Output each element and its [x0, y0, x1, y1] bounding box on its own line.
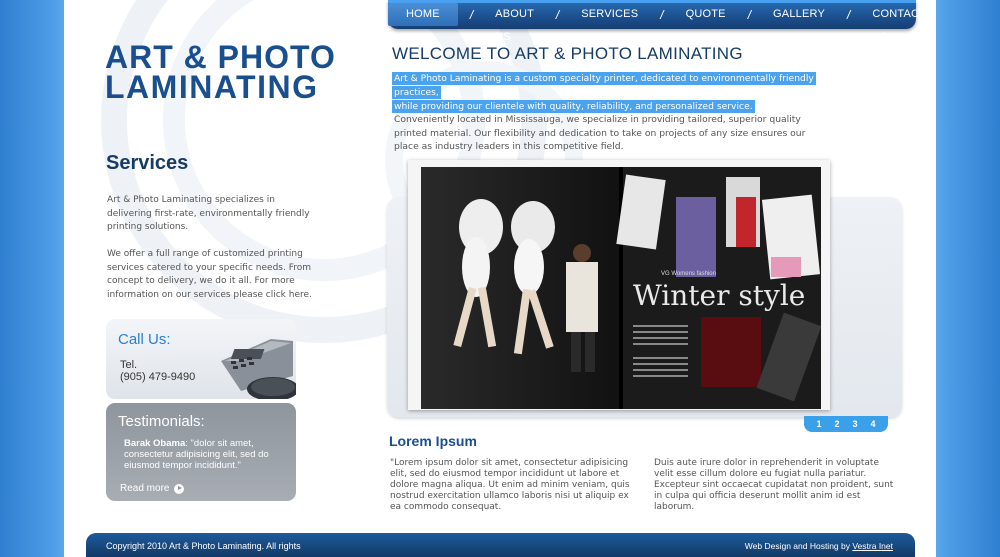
logo-line-2: LAMINATING	[105, 69, 319, 105]
intro-highlight: Art & Photo Laminating is a custom speci…	[392, 72, 832, 114]
lorem-column-2: Duis aute irure dolor in reprehenderit i…	[654, 458, 894, 512]
nav-item-contact-us[interactable]: CONTACT US	[862, 3, 936, 43]
pager-item-2[interactable]: 2	[828, 419, 846, 429]
read-more-label: Read more	[120, 483, 170, 494]
nav-separator: /	[847, 7, 851, 22]
testimonial-author: Barak Obama	[124, 438, 186, 449]
pager-item-1[interactable]: 1	[810, 419, 828, 429]
nav-item-services[interactable]: SERVICES	[571, 3, 648, 26]
phone-number: (905) 479-9490	[120, 371, 196, 383]
slide-image-magazine[interactable]: VG Womens fashion Winter style	[421, 167, 821, 409]
nav-separator: /	[469, 7, 474, 22]
site-footer: Copyright 2010 Art & Photo Laminating. A…	[86, 533, 915, 557]
lorem-column-1: "Lorem ipsum dolor sit amet, consectetur…	[390, 458, 630, 512]
nav-item-quote[interactable]: QUOTE	[676, 3, 736, 26]
testimonial-quote: Barak Obama: "dolor sit amet, consectetu…	[124, 438, 289, 471]
nav-list: HOME / ABOUT US / SERVICES / QUOTE / GALLERY / CON…	[388, 3, 926, 43]
welcome-heading: WELCOME TO ART & PHOTO LAMINATING	[392, 44, 743, 63]
main-navigation: HOME / ABOUT US / SERVICES / QUOTE / GALLERY / CON…	[388, 0, 926, 43]
site-logo[interactable]: ART & PHOTO LAMINATING	[105, 39, 336, 105]
nav-item-gallery[interactable]: GALLERY	[763, 3, 835, 26]
call-us-phone: Tel. (905) 479-9490	[120, 359, 195, 383]
nav-separator: /	[747, 7, 752, 22]
footer-copyright: Copyright 2010 Art & Photo Laminating. A…	[106, 541, 301, 551]
footer-credit: Web Design and Hosting by Vestra Inet	[745, 541, 893, 551]
read-more-link[interactable]: Read more	[120, 483, 185, 494]
nav-separator: /	[555, 7, 560, 22]
testimonials-title: Testimonials:	[118, 413, 205, 430]
footer-credit-prefix: Web Design and Hosting by	[744, 541, 853, 551]
nav-separator: /	[660, 7, 664, 22]
slider-pager: 1234	[804, 416, 888, 432]
pager-item-3[interactable]: 3	[846, 419, 864, 429]
slide-caption-title: Winter style	[633, 279, 806, 312]
telephone-icon	[221, 339, 296, 399]
call-us-box: Call Us: Tel. (905) 479-9490	[106, 319, 296, 399]
vestra-inet-link[interactable]: Vestra Inet	[852, 541, 893, 551]
pager-item-4[interactable]: 4	[864, 419, 882, 429]
services-heading: Services	[106, 152, 189, 174]
testimonials-box: Testimonials: Barak Obama: "dolor sit am…	[106, 403, 296, 501]
play-circle-icon	[174, 483, 185, 494]
services-paragraph-2: We offer a full range of customized prin…	[107, 249, 312, 300]
nav-item-about-us[interactable]: ABOUT US	[485, 3, 544, 43]
nav-item-home[interactable]: HOME	[388, 3, 458, 26]
slide-caption-subtitle: VG Womens fashion	[661, 271, 716, 277]
intro-highlight-line-2: while providing our clientele with quali…	[392, 100, 755, 113]
intro-paragraph: Conveniently located in Mississauga, we …	[394, 114, 806, 152]
lorem-heading: Lorem Ipsum	[389, 433, 477, 449]
tel-label: Tel.	[120, 359, 138, 371]
intro-highlight-line-1: Art & Photo Laminating is a custom speci…	[392, 72, 816, 99]
logo-line-1: ART & PHOTO	[105, 39, 336, 75]
call-us-title: Call Us:	[118, 331, 171, 348]
services-paragraph-1: Art & Photo Laminating specializes in de…	[107, 195, 310, 232]
